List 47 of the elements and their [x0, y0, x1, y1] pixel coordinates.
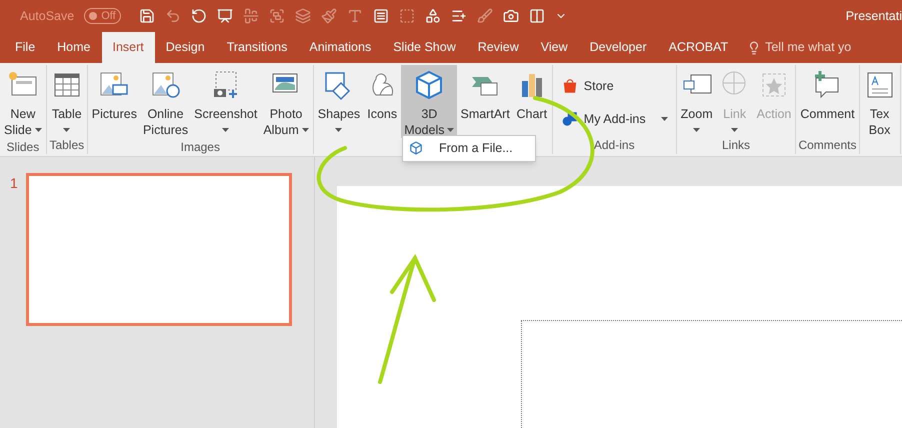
group-label: Images	[180, 139, 220, 156]
group-label: Tables	[49, 137, 84, 154]
ribbon-button[interactable]: Comment	[797, 65, 858, 136]
ribbon-tab[interactable]: Design	[154, 32, 216, 63]
shapes-icon[interactable]	[424, 8, 441, 24]
cube-icon	[409, 141, 423, 156]
ribbon-button[interactable]: Pictures	[88, 65, 140, 138]
ribbon-tab[interactable]: Developer	[578, 32, 658, 63]
ribbon-button[interactable]: My Add-ins	[558, 110, 670, 128]
ribbon-tab[interactable]: View	[530, 32, 579, 63]
save-icon[interactable]	[138, 8, 155, 24]
ribbon-button[interactable]: New Slide	[1, 65, 45, 138]
ribbon-button[interactable]: Screenshot	[191, 65, 260, 138]
ribbon-button[interactable]: Online Pictures	[140, 65, 192, 138]
ribbon-button[interactable]: Icons	[363, 65, 402, 138]
ribbon-tab[interactable]: Home	[46, 32, 102, 63]
group-label: Slides	[6, 139, 40, 156]
slide-number: 1	[10, 174, 18, 193]
ribbon-button[interactable]: Chart	[512, 65, 551, 138]
group-label: Add-ins	[594, 137, 635, 154]
ribbon-button[interactable]: Shapes	[314, 65, 364, 138]
ribbon-button[interactable]: Zoom	[678, 65, 716, 136]
ribbon-tab[interactable]: Animations	[298, 32, 382, 63]
ribbon-button[interactable]: Photo Album	[260, 65, 312, 138]
autosave-label: AutoSave	[20, 8, 74, 25]
ribbon-button[interactable]: Table	[48, 65, 86, 136]
ribbon-tab[interactable]: Transitions	[216, 32, 298, 63]
ribbon-tab[interactable]: Slide Show	[382, 32, 467, 63]
ribbon-tab[interactable]: Review	[466, 32, 530, 63]
slide-thumbnail[interactable]	[26, 173, 292, 326]
group-label: Comments	[798, 137, 856, 154]
window-title: Presentati	[846, 8, 902, 25]
redo-icon[interactable]	[190, 8, 207, 24]
ribbon-button[interactable]: 3D Models	[401, 65, 458, 138]
camera-icon[interactable]	[502, 8, 519, 24]
group-label: Links	[722, 137, 750, 154]
add-ins-icon	[560, 110, 579, 128]
menu-item[interactable]: From a File...	[403, 139, 513, 158]
columns-icon[interactable]	[528, 8, 545, 24]
tell-me-search[interactable]: Tell me what yo	[765, 38, 852, 57]
list-icon[interactable]	[450, 8, 467, 24]
ribbon-tab[interactable]: File	[4, 32, 46, 63]
presenter-icon[interactable]	[216, 8, 233, 24]
ribbon-button[interactable]: Store	[558, 77, 670, 96]
ribbon-tab[interactable]: Insert	[102, 32, 155, 63]
ribbon-tab[interactable]: ACROBAT	[658, 32, 740, 63]
ribbon-button[interactable]: Tex Box	[860, 65, 899, 138]
